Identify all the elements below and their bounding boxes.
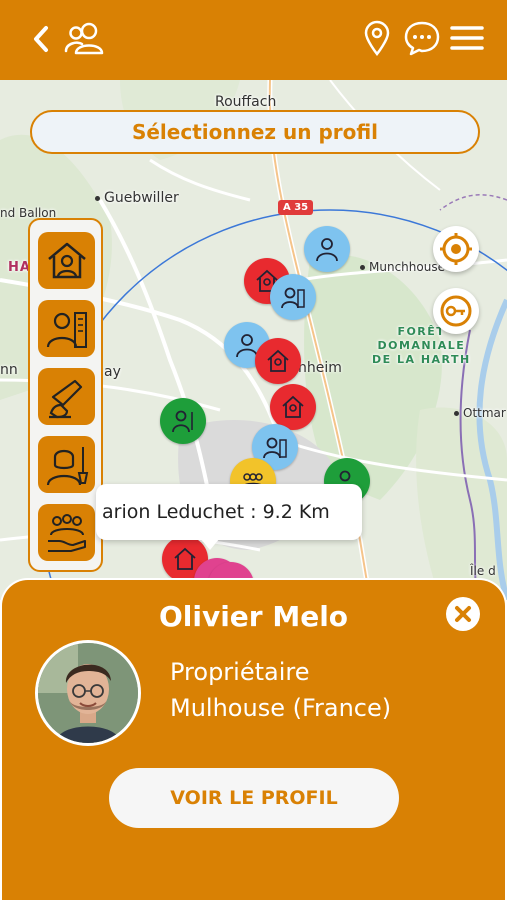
crosshair-target-icon[interactable] [433,226,479,272]
distance-tooltip: arion Leduchet : 9.2 Km [96,484,362,540]
map-label-foret-line2: DOMANIALE [377,339,466,352]
filter-housekeeper-button[interactable] [38,436,95,493]
filter-community-button[interactable] [38,504,95,561]
map-marker-cleaner[interactable] [160,398,206,444]
housekeeper-icon [46,446,88,485]
key-icon[interactable] [433,288,479,334]
tooltip-tail [200,538,220,550]
map-label-ay: ay [104,364,121,380]
map-marker-agent[interactable] [304,226,350,272]
map-label-foret-line3: DE LA HARTH [372,353,471,366]
map-marker-agent[interactable] [270,274,316,320]
avatar [35,640,141,746]
filter-owner-button[interactable] [38,232,95,289]
filter-cleaning-button[interactable] [38,368,95,425]
map-marker-owner[interactable] [255,338,301,384]
map-pin-icon[interactable] [360,18,394,58]
map-label-ottmar: Ottmar [454,406,506,420]
profile-select-button[interactable]: Sélectionnez un profil [30,110,480,154]
view-profile-button[interactable]: VOIR LE PROFIL [109,768,399,828]
filter-agent-button[interactable] [38,300,95,357]
road-shield-a35: A 35 [278,200,314,215]
map-label-guebwiller: Guebwiller [95,190,179,206]
group-hand-icon [47,513,86,552]
close-circle-icon[interactable] [446,597,480,631]
house-person-icon [47,242,86,278]
map-label-ile: Île d [470,564,496,578]
profile-name: Olivier Melo [158,600,349,633]
map-label-rouffach: Rouffach [215,94,277,110]
top-app-bar [0,0,507,80]
chat-bubble-icon[interactable] [402,18,442,58]
profile-role: Propriétaire [170,658,310,686]
cleaning-hand-icon [48,379,82,418]
businessman-building-icon [46,311,87,348]
users-icon[interactable] [62,18,108,58]
profile-filter-panel [28,218,103,572]
profile-location: Mulhouse (France) [170,694,392,722]
map-label-nheim: nheim [298,360,342,376]
hamburger-menu-icon[interactable] [446,20,488,56]
map-label-nn: nn [0,362,18,378]
map-label-munchhouse: Munchhouse [360,260,445,274]
chevron-left-icon[interactable] [26,22,56,56]
